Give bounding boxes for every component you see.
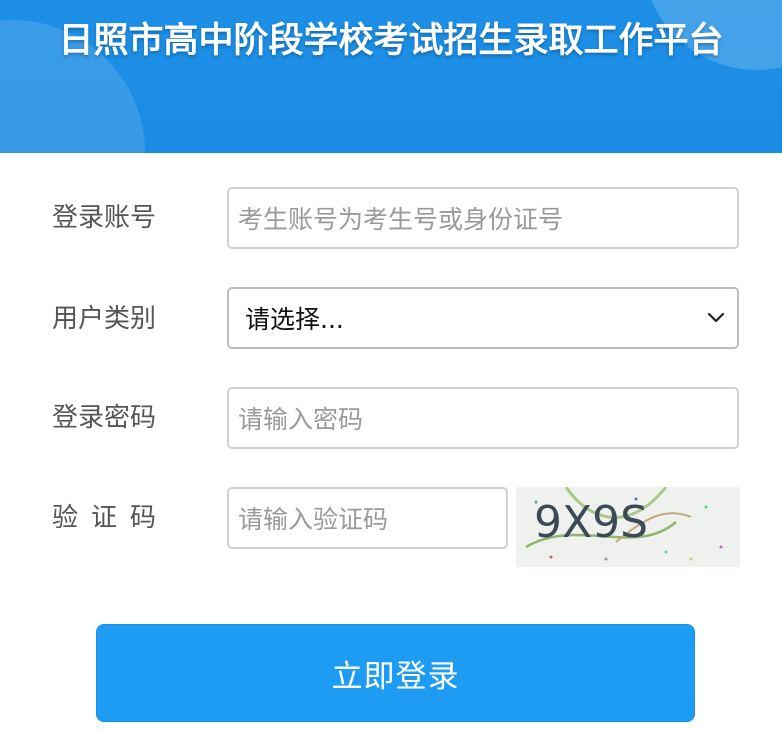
user-type-selected: 请选择... <box>245 305 344 334</box>
captcha-input[interactable]: 请输入验证码 <box>227 487 508 549</box>
captcha-image[interactable]: 9X9S <box>516 487 740 567</box>
account-input[interactable]: 考生账号为考生号或身份证号 <box>227 187 739 249</box>
header-banner: 日照市高中阶段学校考试招生录取工作平台 <box>0 0 782 153</box>
account-label: 登录账号 <box>52 203 157 233</box>
captcha-label: 验证码 <box>52 503 170 533</box>
password-label: 登录密码 <box>52 403 157 433</box>
page-title: 日照市高中阶段学校考试招生录取工作平台 <box>58 21 724 61</box>
captcha-text: 9X9S <box>534 497 648 548</box>
user-type-label: 用户类别 <box>52 304 157 334</box>
chevron-down-icon <box>707 312 725 323</box>
password-placeholder: 请输入密码 <box>238 405 364 434</box>
login-form: 登录账号 考生账号为考生号或身份证号 用户类别 请选择... 登录密码 请输入密… <box>0 153 782 730</box>
captcha-placeholder: 请输入验证码 <box>238 505 389 534</box>
login-button[interactable]: 立即登录 <box>96 624 695 722</box>
user-type-select[interactable]: 请选择... <box>227 287 739 349</box>
password-input[interactable]: 请输入密码 <box>227 387 739 449</box>
account-placeholder: 考生账号为考生号或身份证号 <box>238 205 564 234</box>
